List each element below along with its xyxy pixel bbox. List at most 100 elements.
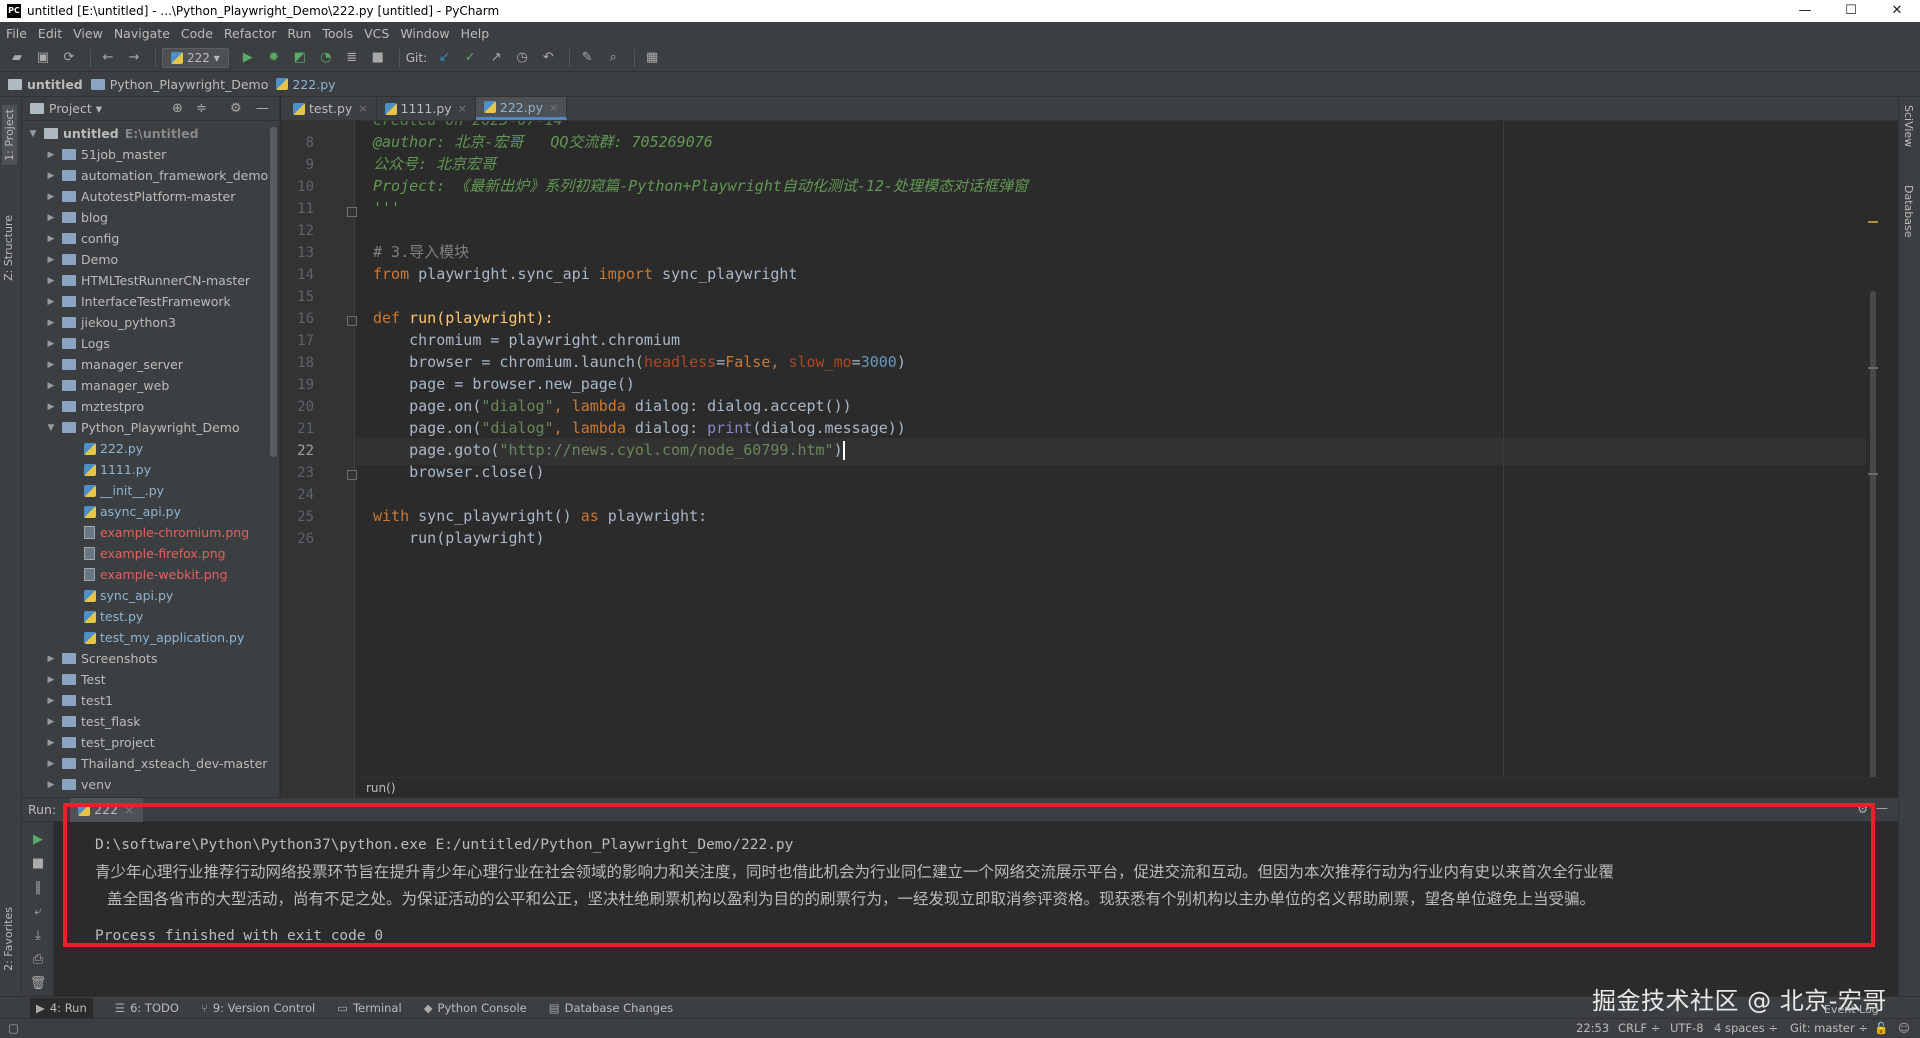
chevron-right-icon[interactable]: ▶ (44, 780, 58, 790)
tree-folder[interactable]: ▶ Demo (22, 249, 279, 270)
tree-folder[interactable]: ▶ manager_server (22, 354, 279, 375)
menu-refactor[interactable]: Refactor (224, 26, 276, 41)
coverage-icon[interactable]: ◩ (289, 47, 311, 69)
file-encoding[interactable]: UTF-8 (1670, 1021, 1704, 1035)
chevron-right-icon[interactable]: ▶ (44, 255, 58, 265)
tree-file[interactable]: test_my_application.py (22, 627, 279, 648)
tree-folder[interactable]: ▶ AutotestPlatform-master (22, 186, 279, 207)
chevron-down-icon[interactable]: ▼ (44, 423, 58, 433)
chevron-right-icon[interactable]: ▶ (44, 192, 58, 202)
tree-folder[interactable]: ▶ mztestpro (22, 396, 279, 417)
favorites-tool-tab[interactable]: 2: Favorites (2, 907, 15, 971)
event-log-button[interactable]: Event Log (1824, 1003, 1879, 1016)
concurrency-icon[interactable]: ≣ (341, 47, 363, 69)
git-history-icon[interactable]: ◷ (511, 47, 533, 69)
soft-wrap-icon[interactable]: ⤶ (29, 904, 47, 922)
chevron-right-icon[interactable]: ▶ (44, 213, 58, 223)
tree-folder[interactable]: ▶ Thailand_xsteach_dev-master (22, 753, 279, 774)
layout-icon[interactable]: ▢ (8, 1021, 19, 1035)
sciview-tool-tab[interactable]: SciView (1902, 105, 1915, 147)
tree-folder[interactable]: ▶ venv (22, 774, 279, 795)
editor-scrollbar[interactable] (1866, 121, 1880, 797)
git-commit-icon[interactable]: ✓ (459, 47, 481, 69)
profile-icon[interactable]: ◔ (315, 47, 337, 69)
git-push-icon[interactable]: ↗ (485, 47, 507, 69)
caret-position[interactable]: 22:53 (1576, 1021, 1609, 1035)
settings-wrench-icon[interactable]: ✎ (576, 47, 598, 69)
tree-folder[interactable]: ▶ blog (22, 207, 279, 228)
tree-file[interactable]: example-firefox.png (22, 543, 279, 564)
maximize-button[interactable]: ☐ (1828, 0, 1874, 22)
git-branch[interactable]: Git: master ÷ (1790, 1021, 1868, 1035)
database-changes-tool-button[interactable]: ▤ Database Changes (549, 1001, 673, 1015)
tab-222-py[interactable]: 222.py × (475, 97, 568, 120)
tree-file[interactable]: __init__.py (22, 480, 279, 501)
tree-file[interactable]: async_api.py (22, 501, 279, 522)
version-control-tool-button[interactable]: ⑂ 9: Version Control (201, 1001, 315, 1015)
warning-marker[interactable] (1868, 221, 1878, 223)
close-icon[interactable]: × (549, 101, 558, 114)
project-scrollbar[interactable] (270, 127, 277, 457)
gear-icon[interactable]: ⚙ (1857, 802, 1868, 816)
chevron-right-icon[interactable]: ▶ (44, 759, 58, 769)
scrollbar-thumb[interactable] (1870, 291, 1876, 791)
menu-edit[interactable]: Edit (38, 26, 62, 41)
tree-folder[interactable]: ▶ Test (22, 669, 279, 690)
chevron-right-icon[interactable]: ▶ (44, 318, 58, 328)
chevron-right-icon[interactable]: ▶ (44, 675, 58, 685)
translate-icon[interactable]: ▦ (641, 47, 663, 69)
save-all-icon[interactable]: ▣ (32, 47, 54, 69)
locate-file-icon[interactable]: ⊕ (172, 101, 183, 116)
chevron-right-icon[interactable]: ▶ (44, 339, 58, 349)
breadcrumb-root[interactable]: untitled (8, 77, 83, 92)
gear-icon[interactable]: ⚙ (230, 101, 242, 116)
project-tool-tab[interactable]: 1: Project (2, 105, 17, 165)
tree-file[interactable]: test.py (22, 606, 279, 627)
menu-window[interactable]: Window (400, 26, 449, 41)
hide-panel-icon[interactable]: — (256, 101, 269, 116)
menu-run[interactable]: Run (287, 26, 311, 41)
chevron-right-icon[interactable]: ▶ (44, 381, 58, 391)
tree-folder[interactable]: ▶ Logs (22, 333, 279, 354)
tab-1111-py[interactable]: 1111.py × (377, 97, 476, 120)
tree-root[interactable]: ▼ untitled E:\untitled (22, 123, 279, 144)
project-view-select[interactable]: Project ▾ (49, 101, 102, 116)
run-tab-222[interactable]: 222 × (70, 797, 143, 822)
tree-file[interactable]: 1111.py (22, 459, 279, 480)
back-icon[interactable]: ← (97, 47, 119, 69)
chevron-right-icon[interactable]: ▶ (44, 738, 58, 748)
tree-folder[interactable]: ▶ InterfaceTestFramework (22, 291, 279, 312)
chevron-right-icon[interactable]: ▶ (44, 276, 58, 286)
tree-folder[interactable]: ▶ jiekou_python3 (22, 312, 279, 333)
tree-folder[interactable]: ▶ 51job_master (22, 144, 279, 165)
pause-icon[interactable]: ‖ (29, 880, 47, 898)
tree-folder-open[interactable]: ▼ Python_Playwright_Demo (22, 417, 279, 438)
menu-tools[interactable]: Tools (322, 26, 353, 41)
menu-code[interactable]: Code (181, 26, 213, 41)
inspector-icon[interactable]: ☺ (1898, 1021, 1910, 1035)
close-icon[interactable]: × (124, 802, 134, 817)
structure-tool-tab[interactable]: Z: Structure (2, 215, 15, 281)
git-rollback-icon[interactable]: ↶ (537, 47, 559, 69)
rerun-icon[interactable]: ▶ (29, 832, 47, 850)
scroll-to-end-icon[interactable]: ⤓ (29, 928, 47, 946)
line-separator[interactable]: CRLF ÷ (1618, 1021, 1660, 1035)
chevron-down-icon[interactable]: ▼ (26, 129, 40, 139)
stop-icon[interactable]: ■ (367, 47, 389, 69)
code-area[interactable]: created on 2023-07-14 @author: 北京-宏哥 QQ交… (356, 121, 1880, 797)
warning-marker[interactable] (1868, 473, 1878, 475)
chevron-right-icon[interactable]: ▶ (44, 360, 58, 370)
terminal-tool-button[interactable]: ▭ Terminal (337, 1001, 401, 1015)
search-icon[interactable]: ⌕ (602, 47, 624, 69)
run-icon[interactable]: ▶ (237, 47, 259, 69)
open-folder-icon[interactable]: ▰ (6, 47, 28, 69)
chevron-right-icon[interactable]: ▶ (44, 654, 58, 664)
hide-panel-icon[interactable]: — (1876, 801, 1888, 815)
menu-file[interactable]: File (6, 26, 27, 41)
menu-navigate[interactable]: Navigate (114, 26, 170, 41)
tree-folder[interactable]: ▶ config (22, 228, 279, 249)
chevron-right-icon[interactable]: ▶ (44, 171, 58, 181)
run-config-select[interactable]: 222 ▾ (162, 47, 229, 68)
stop-icon[interactable]: ■ (29, 856, 47, 874)
tree-folder[interactable]: ▶ test_project (22, 732, 279, 753)
